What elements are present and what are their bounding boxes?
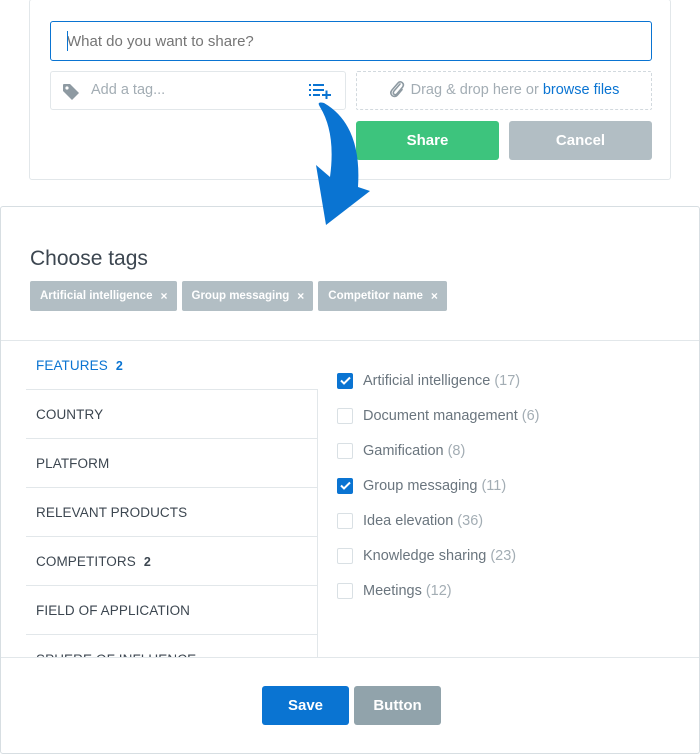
option-count: (36) — [457, 512, 484, 529]
tag-placeholder: Add a tag... — [91, 82, 166, 98]
tag-option[interactable]: Idea elevation (36) — [337, 503, 539, 538]
category-features[interactable]: FEATURES 2 — [26, 341, 318, 390]
category-label: FEATURES — [36, 358, 108, 373]
option-count: (12) — [425, 582, 452, 599]
tag-option[interactable]: Gamification (8) — [337, 433, 539, 468]
checkbox[interactable] — [337, 547, 353, 564]
browse-files-link[interactable]: browse files — [543, 82, 620, 98]
checkbox[interactable] — [337, 512, 353, 529]
tag-option[interactable]: Meetings (12) — [337, 573, 539, 608]
category-competitors[interactable]: COMPETITORS 2 — [26, 537, 318, 586]
option-count: (17) — [494, 372, 521, 389]
category-label: PLATFORM — [36, 456, 110, 471]
option-label: Group messaging — [363, 477, 478, 494]
category-country[interactable]: COUNTRY — [26, 390, 318, 439]
category-sphere-of-influence[interactable]: SPHERE OF INFLUENCE — [26, 635, 318, 657]
tag-input[interactable]: Add a tag... — [50, 71, 346, 110]
category-field-of-application[interactable]: FIELD OF APPLICATION — [26, 586, 318, 635]
checkbox[interactable] — [337, 582, 353, 599]
tag-option[interactable]: Knowledge sharing (23) — [337, 538, 539, 573]
save-button[interactable]: Save — [262, 686, 349, 725]
category-label: COUNTRY — [36, 407, 104, 422]
tag-option[interactable]: Document management (6) — [337, 398, 539, 433]
chip-label: Competitor name — [328, 290, 423, 302]
paperclip-icon — [389, 81, 404, 98]
category-count: 2 — [143, 555, 151, 569]
option-label: Gamification — [363, 442, 444, 459]
secondary-button[interactable]: Button — [354, 686, 441, 725]
list-add-icon[interactable] — [309, 83, 333, 99]
category-count: 2 — [115, 359, 123, 373]
share-input[interactable] — [50, 21, 652, 61]
tag-icon — [63, 84, 79, 100]
modal-title: Choose tags — [30, 247, 148, 270]
category-label: FIELD OF APPLICATION — [36, 603, 191, 618]
category-label: RELEVANT PRODUCTS — [36, 505, 188, 520]
category-relevant-products[interactable]: RELEVANT PRODUCTS — [26, 488, 318, 537]
option-count: (8) — [447, 442, 466, 459]
chip-label: Artificial intelligence — [40, 290, 153, 302]
selected-tag-chip: Competitor name × — [318, 281, 447, 311]
remove-tag-icon[interactable]: × — [160, 281, 167, 311]
remove-tag-icon[interactable]: × — [431, 281, 438, 311]
option-label: Knowledge sharing — [363, 547, 487, 564]
checkmark-icon — [339, 376, 351, 385]
share-composer: Add a tag... Drag & drop here or browse … — [29, 0, 671, 180]
chip-label: Group messaging — [191, 290, 290, 302]
tag-options: Artificial intelligence (17) Document ma… — [337, 363, 539, 608]
checkbox[interactable] — [337, 407, 353, 424]
option-label: Artificial intelligence — [363, 372, 491, 389]
option-label: Idea elevation — [363, 512, 454, 529]
checkmark-icon — [339, 481, 351, 490]
dropzone-text: Drag & drop here or — [410, 82, 543, 98]
checkbox-checked[interactable] — [337, 477, 353, 494]
remove-tag-icon[interactable]: × — [297, 281, 304, 311]
selected-tag-chip: Group messaging × — [181, 281, 314, 311]
cancel-button[interactable]: Cancel — [509, 121, 652, 160]
file-dropzone[interactable]: Drag & drop here or browse files — [356, 71, 652, 110]
checkbox[interactable] — [337, 442, 353, 459]
text-caret — [67, 31, 68, 51]
tag-option[interactable]: Group messaging (11) — [337, 468, 539, 503]
selected-tag-chip: Artificial intelligence × — [30, 281, 177, 311]
option-label: Document management — [363, 407, 518, 424]
option-count: (23) — [490, 547, 517, 564]
category-label: COMPETITORS — [36, 554, 136, 569]
option-count: (11) — [481, 477, 507, 494]
choose-tags-modal: Choose tags Artificial intelligence × Gr… — [0, 206, 700, 754]
category-list: FEATURES 2 COUNTRY PLATFORM RELEVANT PROD… — [26, 341, 318, 657]
option-count: (6) — [521, 407, 540, 424]
tag-option[interactable]: Artificial intelligence (17) — [337, 363, 539, 398]
selected-tags: Artificial intelligence × Group messagin… — [30, 281, 447, 311]
share-button[interactable]: Share — [356, 121, 499, 160]
divider — [1, 657, 699, 658]
checkbox-checked[interactable] — [337, 372, 353, 389]
option-label: Meetings — [363, 582, 422, 599]
category-platform[interactable]: PLATFORM — [26, 439, 318, 488]
